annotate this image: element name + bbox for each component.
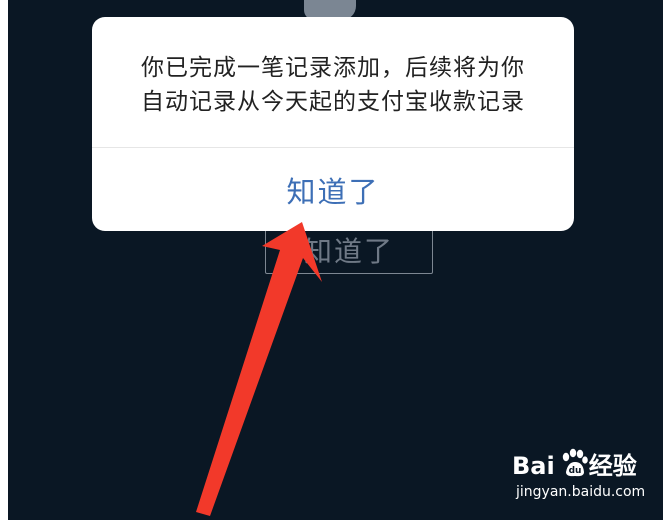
baidu-paw-icon: du [562, 448, 588, 477]
svg-text:du: du [569, 466, 582, 476]
baidu-jingyan-watermark: Bai 经验 du jingyan.baidu.com [512, 446, 662, 506]
watermark-logo-right: 经验 [588, 452, 637, 480]
watermark-url: jingyan.baidu.com [516, 484, 646, 500]
screenshot-frame: 知道了 你已完成一笔记录添加，后续将为你 自动记录从今天起的支付宝收款记录 知道… [0, 0, 670, 520]
dialog-message-line-1: 你已完成一笔记录添加，后续将为你 [141, 55, 525, 81]
background-acknowledge-button: 知道了 [265, 226, 433, 274]
dialog-message-line-2: 自动记录从今天起的支付宝收款记录 [141, 89, 525, 115]
dialog-message: 你已完成一笔记录添加，后续将为你 自动记录从今天起的支付宝收款记录 [92, 51, 574, 119]
dialog-confirm-button[interactable]: 知道了 [92, 148, 574, 231]
alert-dialog: 你已完成一笔记录添加，后续将为你 自动记录从今天起的支付宝收款记录 知道了 [92, 17, 574, 231]
watermark-logo-left: Bai [512, 452, 555, 480]
